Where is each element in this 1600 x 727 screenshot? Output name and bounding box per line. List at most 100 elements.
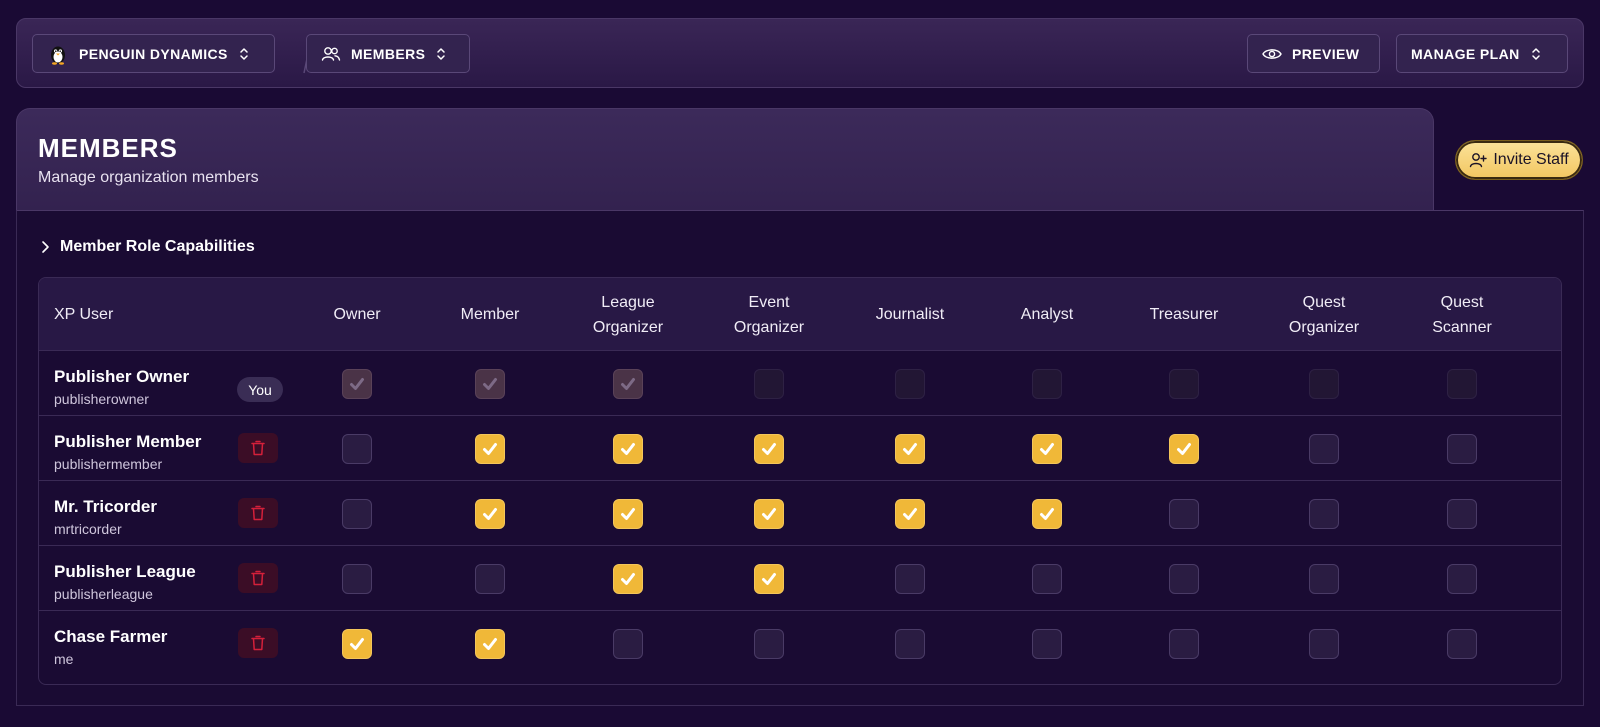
remove-member-button[interactable] xyxy=(238,433,278,463)
invite-staff-label: Invite Staff xyxy=(1493,151,1569,168)
check-icon xyxy=(483,443,497,455)
role-checkbox[interactable] xyxy=(1032,564,1062,594)
check-icon xyxy=(762,508,776,520)
table-row: Publisher Owner publisherowner You xyxy=(39,351,1561,416)
remove-member-button[interactable] xyxy=(238,563,278,593)
top-navigation-bar: PENGUIN DYNAMICS MEMBERS PREVIEW MANAGE … xyxy=(16,18,1584,88)
role-checkbox[interactable] xyxy=(613,499,643,529)
role-checkbox[interactable] xyxy=(1169,564,1199,594)
role-checkbox[interactable] xyxy=(475,499,505,529)
role-checkbox[interactable] xyxy=(1032,499,1062,529)
member-name: Publisher Member xyxy=(54,432,202,451)
you-badge: You xyxy=(237,377,283,402)
role-checkbox[interactable] xyxy=(475,564,505,594)
role-checkbox[interactable] xyxy=(754,434,784,464)
members-role-table: XP User Owner Member League Organizer Event O… xyxy=(38,277,1562,685)
check-icon xyxy=(621,443,635,455)
page-subtitle: Manage organization members xyxy=(38,169,259,186)
column-header-role: Event Organizer xyxy=(699,278,839,351)
role-checkbox[interactable] xyxy=(475,629,505,659)
manage-plan-label: MANAGE PLAN xyxy=(1411,45,1520,62)
check-icon xyxy=(762,443,776,455)
role-checkbox[interactable] xyxy=(895,564,925,594)
trash-icon xyxy=(251,505,265,521)
column-header-role: Member xyxy=(420,278,560,351)
role-checkbox[interactable] xyxy=(1309,499,1339,529)
role-checkbox xyxy=(895,369,925,399)
column-header-text: Treasurer xyxy=(1149,306,1219,323)
member-handle: publisherleague xyxy=(54,586,153,602)
role-checkbox[interactable] xyxy=(1169,434,1199,464)
role-checkbox[interactable] xyxy=(1447,629,1477,659)
role-checkbox[interactable] xyxy=(1447,434,1477,464)
check-icon xyxy=(1040,508,1054,520)
remove-member-button[interactable] xyxy=(238,628,278,658)
member-name: Chase Farmer xyxy=(54,627,168,646)
role-checkbox[interactable] xyxy=(613,564,643,594)
role-checkbox[interactable] xyxy=(754,629,784,659)
penguin-icon xyxy=(51,46,65,65)
column-header-text: League xyxy=(601,293,655,311)
column-header-text: Organizer xyxy=(592,318,664,336)
role-checkbox[interactable] xyxy=(1309,434,1339,464)
manage-plan-button[interactable]: MANAGE PLAN xyxy=(1396,34,1568,73)
role-checkbox[interactable] xyxy=(895,434,925,464)
role-checkbox[interactable] xyxy=(1309,564,1339,594)
role-checkbox[interactable] xyxy=(754,564,784,594)
remove-member-button[interactable] xyxy=(238,498,278,528)
check-icon xyxy=(621,378,635,390)
role-checkbox[interactable] xyxy=(895,629,925,659)
role-checkbox[interactable] xyxy=(342,434,372,464)
role-checkbox xyxy=(1032,369,1062,399)
role-checkbox[interactable] xyxy=(613,434,643,464)
members-header-card: MEMBERS Manage organization members xyxy=(16,108,1434,210)
check-icon xyxy=(350,378,364,390)
role-checkbox[interactable] xyxy=(1032,629,1062,659)
column-header-text: Member xyxy=(460,306,520,323)
column-header-text: Quest xyxy=(1440,293,1484,311)
role-checkbox xyxy=(475,369,505,399)
role-checkbox[interactable] xyxy=(1169,499,1199,529)
section-name: MEMBERS xyxy=(351,45,426,62)
role-checkbox[interactable] xyxy=(1169,629,1199,659)
chevron-updown-icon xyxy=(240,47,248,60)
check-icon xyxy=(483,378,497,390)
role-checkbox[interactable] xyxy=(342,564,372,594)
role-checkbox[interactable] xyxy=(1447,564,1477,594)
role-checkbox xyxy=(342,369,372,399)
table-row: Publisher League publisherleague xyxy=(39,546,1561,611)
preview-button[interactable]: PREVIEW xyxy=(1247,34,1380,73)
role-checkbox[interactable] xyxy=(754,499,784,529)
chevron-right-icon xyxy=(42,241,49,253)
column-header-role: Analyst xyxy=(977,278,1117,351)
role-checkbox[interactable] xyxy=(613,629,643,659)
check-icon xyxy=(903,443,917,455)
invite-staff-button[interactable]: Invite Staff xyxy=(1455,140,1583,180)
trash-icon xyxy=(251,570,265,586)
section-selector[interactable]: MEMBERS xyxy=(306,34,470,73)
role-checkbox[interactable] xyxy=(1032,434,1062,464)
role-checkbox xyxy=(1309,369,1339,399)
column-header-role: Treasurer xyxy=(1114,278,1254,351)
role-capabilities-toggle[interactable]: Member Role Capabilities xyxy=(40,236,255,258)
table-row: Chase Farmer me xyxy=(39,611,1561,676)
member-handle: publisherowner xyxy=(54,391,149,407)
column-header-text: Organizer xyxy=(1288,318,1360,336)
page-title: MEMBERS xyxy=(38,133,178,163)
trash-icon xyxy=(251,440,265,456)
column-header-role: Journalist xyxy=(840,278,980,351)
check-icon xyxy=(762,573,776,585)
role-checkbox xyxy=(613,369,643,399)
role-checkbox[interactable] xyxy=(342,499,372,529)
organization-selector[interactable]: PENGUIN DYNAMICS xyxy=(32,34,275,73)
table-row: Publisher Member publishermember xyxy=(39,416,1561,481)
role-checkbox[interactable] xyxy=(475,434,505,464)
chevron-updown-icon xyxy=(1531,47,1540,60)
role-checkbox[interactable] xyxy=(1447,499,1477,529)
column-header-text: Scanner xyxy=(1432,318,1492,336)
role-checkbox[interactable] xyxy=(342,629,372,659)
chevron-updown-icon xyxy=(437,47,446,60)
role-checkbox[interactable] xyxy=(1309,629,1339,659)
member-name: Publisher League xyxy=(54,562,196,581)
role-checkbox[interactable] xyxy=(895,499,925,529)
